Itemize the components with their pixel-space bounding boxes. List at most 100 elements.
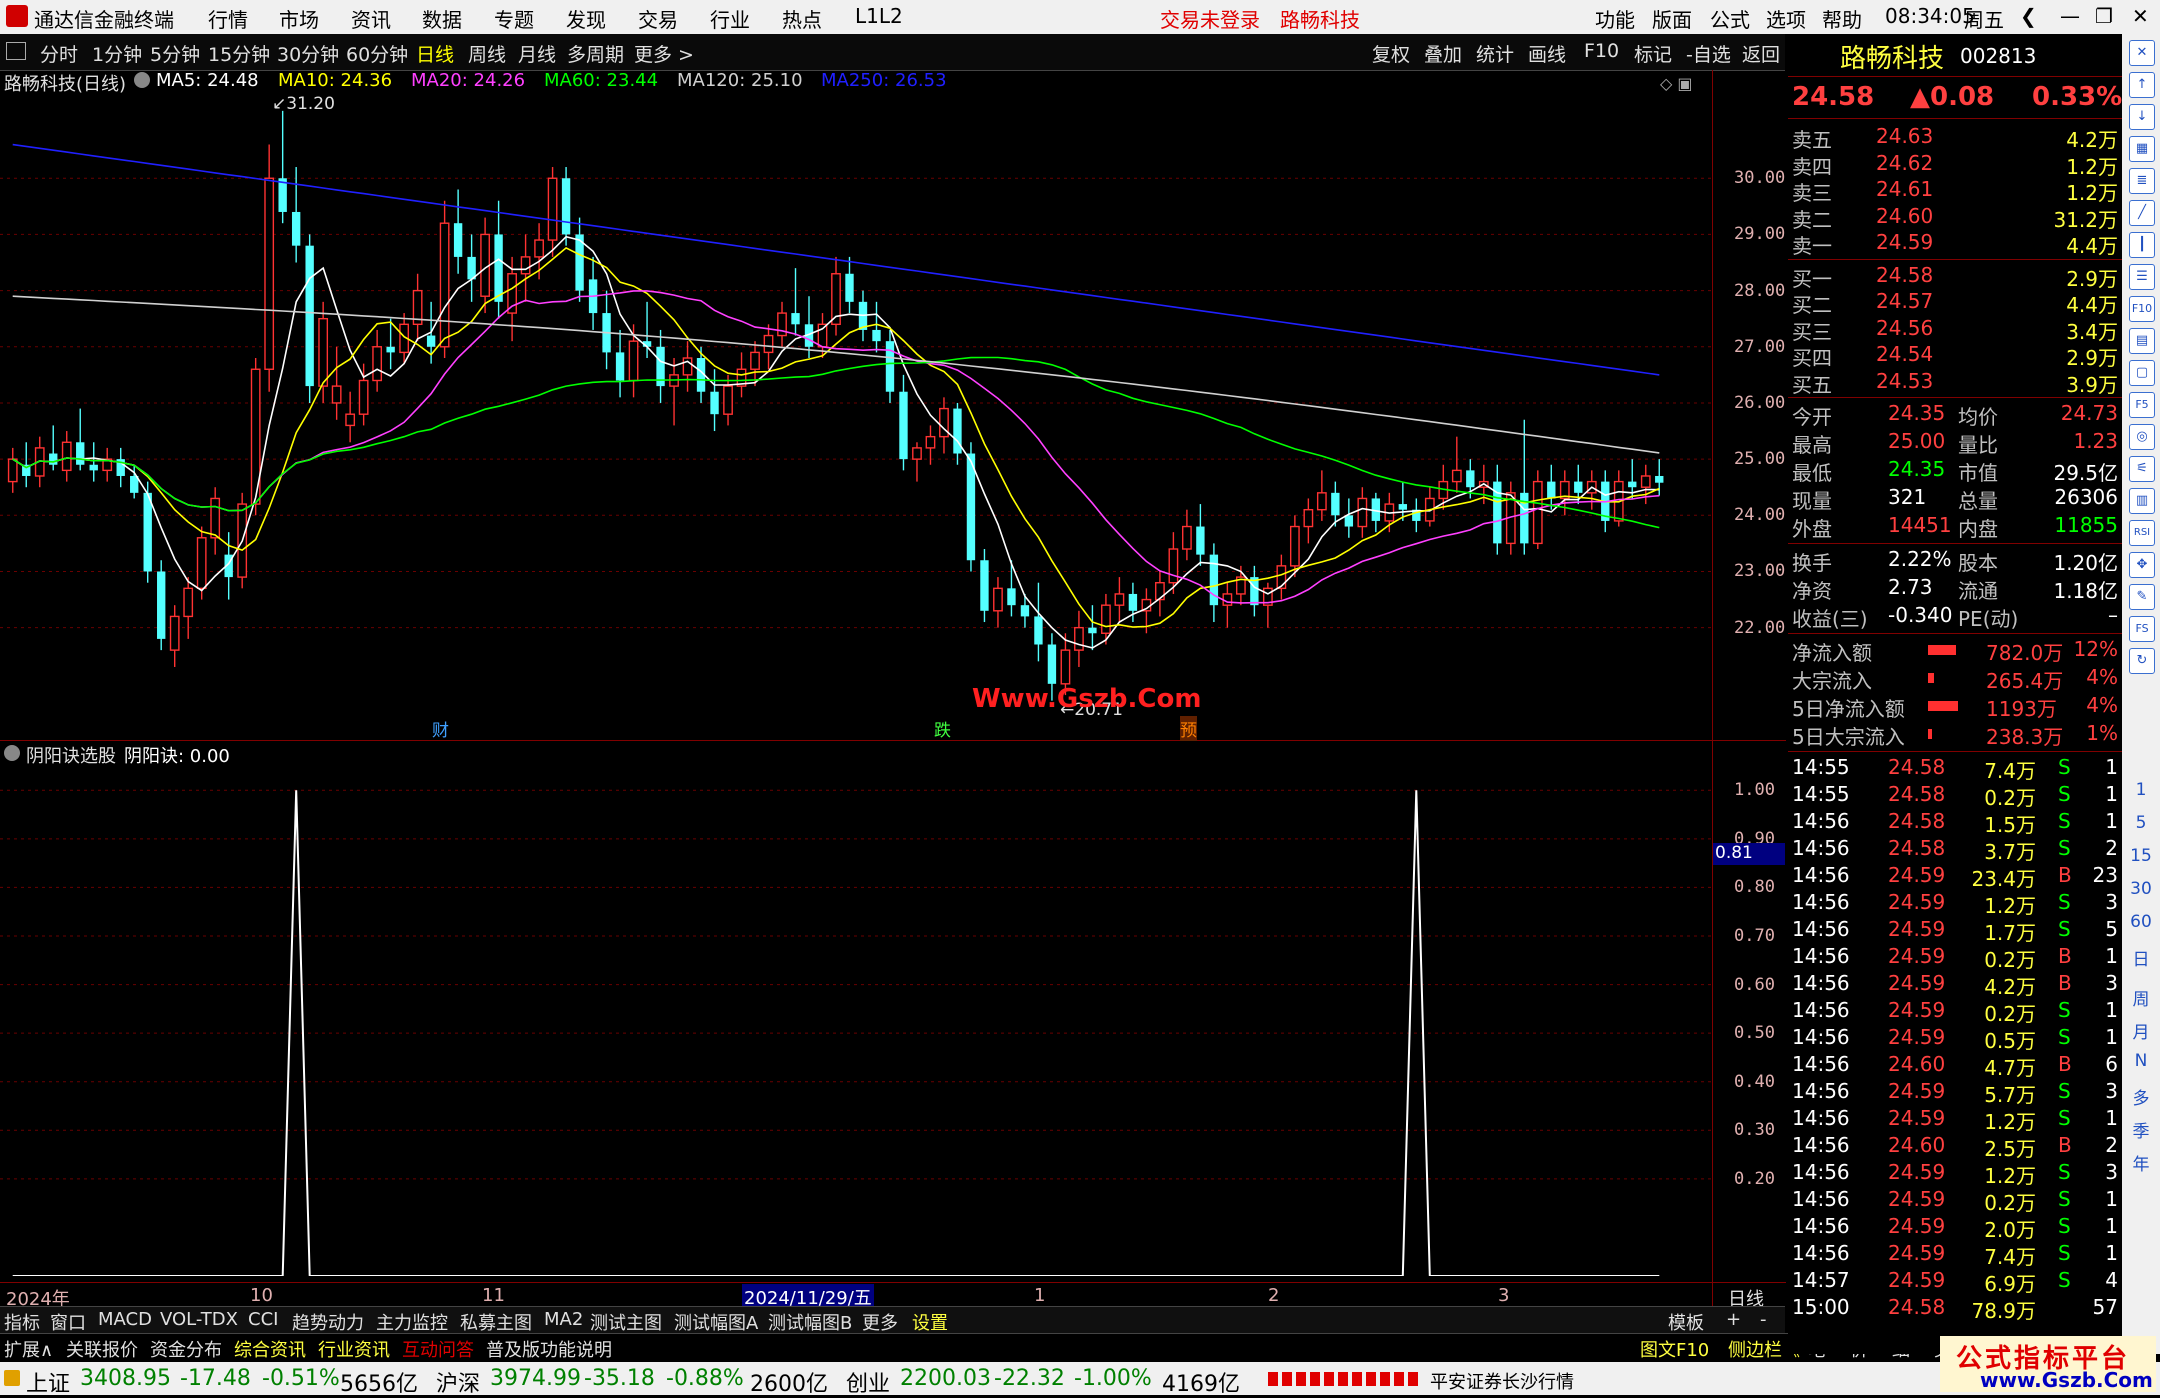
period-30min[interactable]: 30分钟: [277, 40, 339, 67]
menu-redian[interactable]: 热点: [782, 4, 822, 33]
side-period-6[interactable]: 周: [2122, 985, 2160, 1010]
page-icon[interactable]: ▢: [2129, 360, 2155, 386]
tab-vol[interactable]: VOL-TDX: [160, 1309, 238, 1330]
tab-zhuli[interactable]: 主力监控: [376, 1309, 448, 1335]
side-period-10[interactable]: 季: [2122, 1117, 2160, 1142]
tab-gengduo[interactable]: 更多: [862, 1309, 898, 1335]
back-icon[interactable]: ❮: [2020, 4, 2037, 28]
side-period-5[interactable]: 日: [2122, 945, 2160, 970]
period-daily[interactable]: 日线: [416, 40, 454, 67]
menu-hangye[interactable]: 行业: [710, 4, 750, 33]
tab-minus[interactable]: -: [1760, 1309, 1767, 1330]
restore-icon[interactable]: ❐: [2095, 4, 2113, 28]
menu-zixun[interactable]: 资讯: [351, 4, 391, 33]
f5-icon[interactable]: F5: [2129, 392, 2155, 418]
tab-cci[interactable]: CCI: [248, 1309, 278, 1330]
bid-price[interactable]: 24.58: [1876, 263, 1933, 287]
side-period-3[interactable]: 30: [2122, 879, 2160, 899]
statusbar-menu-icon[interactable]: [4, 1370, 20, 1386]
menu-jiaoyi[interactable]: 交易: [638, 4, 678, 33]
bid-price[interactable]: 24.54: [1876, 342, 1933, 366]
period-multi[interactable]: 多周期: [567, 40, 624, 67]
kline-icon[interactable]: ┃: [2129, 232, 2155, 258]
rsi-icon[interactable]: RSI: [2129, 520, 2155, 546]
ask-price[interactable]: 24.60: [1876, 204, 1933, 228]
ask-price[interactable]: 24.62: [1876, 151, 1933, 175]
chart-settings-icon[interactable]: ◇ ▣: [1660, 74, 1693, 93]
side-period-8[interactable]: N: [2122, 1051, 2160, 1071]
tab-qushi[interactable]: 趋势动力: [292, 1309, 364, 1335]
btn-biaoji[interactable]: 标记: [1634, 40, 1672, 67]
side-period-7[interactable]: 月: [2122, 1018, 2160, 1043]
menu-l1l2[interactable]: L1L2: [855, 4, 903, 28]
side-period-1[interactable]: 5: [2122, 813, 2160, 833]
tab-ceshib[interactable]: 测试幅图B: [768, 1309, 852, 1335]
bid-price[interactable]: 24.56: [1876, 316, 1933, 340]
ask-price[interactable]: 24.59: [1876, 230, 1933, 254]
cy-name[interactable]: 创业: [846, 1366, 890, 1398]
tab-chuangkou[interactable]: 窗口: [50, 1309, 86, 1335]
btn-f10[interactable]: F10: [1584, 40, 1619, 62]
tab-macd[interactable]: MACD: [98, 1309, 152, 1330]
side-period-4[interactable]: 60: [2122, 912, 2160, 932]
hs-name[interactable]: 沪深: [436, 1366, 480, 1398]
side-period-11[interactable]: 年: [2122, 1150, 2160, 1175]
sh-name[interactable]: 上证: [26, 1366, 70, 1398]
period-more[interactable]: 更多 >: [634, 40, 694, 67]
refresh-icon[interactable]: ↻: [2129, 648, 2155, 674]
list-icon[interactable]: ☰: [2129, 264, 2155, 290]
doc-icon[interactable]: ▤: [2129, 328, 2155, 354]
ask-price[interactable]: 24.61: [1876, 177, 1933, 201]
bid-price[interactable]: 24.53: [1876, 369, 1933, 393]
grid-icon[interactable]: ▦: [2129, 136, 2155, 162]
tab-ma2[interactable]: MA2: [544, 1309, 583, 1330]
btn-diejia[interactable]: 叠加: [1424, 40, 1462, 67]
btab-zonghe[interactable]: 综合资讯: [234, 1336, 306, 1362]
pen-icon[interactable]: ✎: [2129, 584, 2155, 610]
marker-yu[interactable]: 预: [1180, 716, 1197, 741]
side-period-0[interactable]: 1: [2122, 780, 2160, 800]
trade-status[interactable]: 交易未登录: [1160, 4, 1260, 33]
ma-settings-icon[interactable]: [134, 72, 150, 88]
menu-shuju[interactable]: 数据: [422, 4, 462, 33]
period-1min[interactable]: 1分钟: [92, 40, 142, 67]
ask-price[interactable]: 24.63: [1876, 124, 1933, 148]
btab-puji[interactable]: 普及版功能说明: [486, 1336, 612, 1362]
period-15min[interactable]: 15分钟: [208, 40, 270, 67]
btn-fuquan[interactable]: 复权: [1372, 40, 1410, 67]
side-period-2[interactable]: 15: [2122, 846, 2160, 866]
line-chart-icon[interactable]: ╱: [2129, 200, 2155, 226]
menu-faxian[interactable]: 发现: [566, 4, 606, 33]
minimize-icon[interactable]: —: [2060, 4, 2080, 28]
menu-xuanxiang[interactable]: 选项: [1766, 4, 1806, 33]
menu-zhuanti[interactable]: 专题: [494, 4, 534, 33]
btn-zixuan[interactable]: -自选: [1686, 40, 1731, 67]
close-panel-icon[interactable]: ✕: [2129, 40, 2155, 66]
marker-cai[interactable]: 财: [432, 716, 449, 741]
period-fenshi[interactable]: 分时: [40, 40, 78, 67]
close-icon[interactable]: ✕: [2132, 4, 2149, 28]
compare-icon[interactable]: ◎: [2129, 424, 2155, 450]
indicator-icon[interactable]: ⚟: [2129, 456, 2155, 482]
bid-price[interactable]: 24.57: [1876, 289, 1933, 313]
tab-ceshia[interactable]: 测试幅图A: [674, 1309, 758, 1335]
btn-tongji[interactable]: 统计: [1476, 40, 1514, 67]
period-5min[interactable]: 5分钟: [150, 40, 200, 67]
table-icon[interactable]: ≣: [2129, 168, 2155, 194]
tab-simu[interactable]: 私募主图: [460, 1309, 532, 1335]
fs-icon[interactable]: FS: [2129, 616, 2155, 642]
period-monthly[interactable]: 月线: [518, 40, 556, 67]
tab-muban[interactable]: 模板: [1668, 1309, 1704, 1335]
move-icon[interactable]: ✥: [2129, 552, 2155, 578]
side-period-9[interactable]: 多: [2122, 1084, 2160, 1109]
period-weekly[interactable]: 周线: [468, 40, 506, 67]
period-60min[interactable]: 60分钟: [346, 40, 408, 67]
menu-hangqing[interactable]: 行情: [208, 4, 248, 33]
arrow-up-icon[interactable]: ↑: [2129, 72, 2155, 98]
tab-plus[interactable]: +: [1726, 1309, 1741, 1330]
btab-f10[interactable]: 图文F10: [1640, 1336, 1709, 1362]
tab-shezhi[interactable]: 设置: [912, 1309, 948, 1335]
btab-hangye[interactable]: 行业资讯: [318, 1336, 390, 1362]
f10-icon[interactable]: F10: [2129, 296, 2155, 322]
bars-icon[interactable]: ▥: [2129, 488, 2155, 514]
